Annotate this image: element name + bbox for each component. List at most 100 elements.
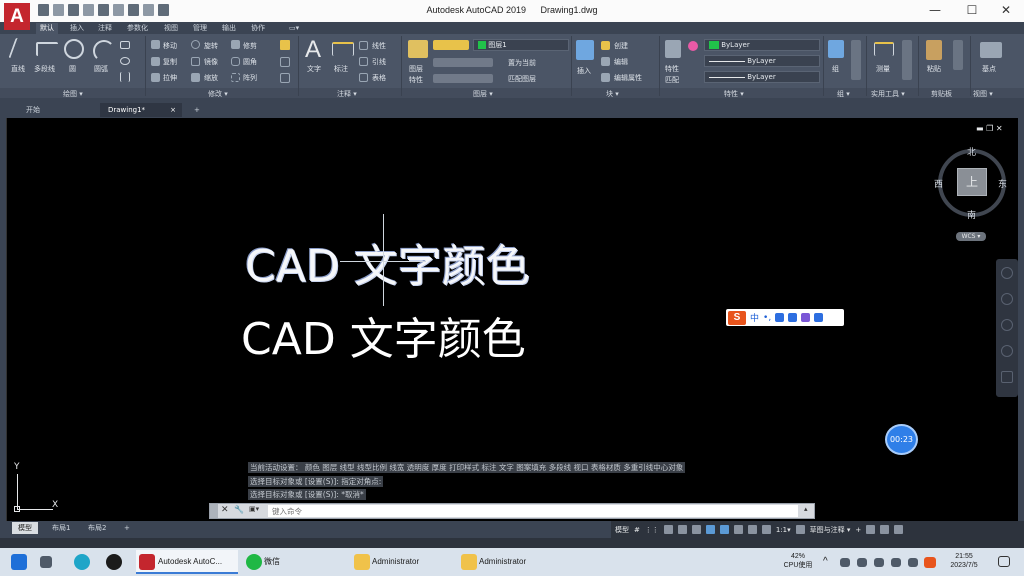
showmotion-icon[interactable] — [1001, 371, 1013, 383]
microphone-icon[interactable] — [775, 313, 785, 322]
annotation-visibility-icon[interactable] — [747, 525, 757, 534]
snap-button[interactable]: ⋮⋮ — [645, 526, 659, 534]
tab-parametric[interactable]: 参数化 — [123, 23, 152, 34]
add-layout-button[interactable]: + — [118, 522, 136, 534]
viewcube-face[interactable]: 上 — [957, 168, 987, 196]
explode-icon[interactable] — [280, 57, 290, 67]
layer-dropdown[interactable]: 图层1 — [473, 39, 569, 51]
windows-start-icon[interactable] — [11, 554, 27, 570]
tab-drawing1[interactable]: Drawing1* × — [100, 103, 182, 117]
qq-icon[interactable] — [106, 554, 122, 570]
cad-text-object-2[interactable]: CAD 文字颜色 — [241, 303, 526, 367]
tab-default[interactable]: 默认 — [36, 23, 58, 34]
lineweight-dropdown[interactable]: ByLayer — [704, 71, 820, 83]
taskbar-autocad[interactable]: Autodesk AutoC... — [136, 550, 238, 574]
tab-layout2[interactable]: 布局2 — [82, 522, 112, 534]
linetype-dropdown[interactable]: ByLayer — [704, 55, 820, 67]
edit-attribute-button[interactable]: 编辑属性 — [614, 73, 642, 83]
set-current-button[interactable]: 置为当前 — [508, 58, 536, 68]
command-input[interactable] — [268, 505, 798, 517]
edge-browser-icon[interactable] — [74, 554, 90, 570]
object-snap-icon[interactable] — [719, 525, 729, 534]
base-point-icon[interactable] — [980, 42, 1002, 58]
ellipse-icon[interactable] — [120, 57, 130, 65]
network-icon[interactable] — [840, 558, 850, 567]
viewport-controls[interactable]: ▬ ❐ ✕ — [976, 124, 1003, 133]
steering-wheel-icon[interactable] — [1001, 267, 1013, 279]
edit-block-button[interactable]: 编辑 — [614, 57, 628, 67]
layer-tools-icons-2[interactable] — [433, 74, 493, 83]
workspace-dropdown[interactable]: 草图与注释 ▾ — [810, 525, 851, 535]
polyline-icon[interactable] — [36, 42, 58, 56]
wcs-dropdown[interactable]: WCS ▾ — [956, 232, 986, 241]
autocad-logo-button[interactable]: A — [4, 3, 30, 30]
customization-icon[interactable] — [894, 525, 904, 534]
circle-icon[interactable] — [64, 39, 84, 59]
mirror-button[interactable]: 镜像 — [204, 57, 218, 67]
erase-icon[interactable] — [280, 40, 290, 50]
gear-icon[interactable] — [795, 525, 805, 534]
polar-icon[interactable] — [677, 525, 687, 534]
task-view-icon[interactable] — [40, 556, 52, 568]
tab-manage[interactable]: 管理 — [189, 23, 211, 34]
arc-icon[interactable] — [93, 40, 115, 62]
input-method-icon[interactable] — [908, 558, 918, 567]
array-button[interactable]: 阵列 — [243, 73, 257, 83]
tab-output[interactable]: 输出 — [218, 23, 240, 34]
tab-layout1[interactable]: 布局1 — [46, 522, 76, 534]
ime-toolbar[interactable]: S 中 •, — [726, 309, 844, 326]
tab-insert[interactable]: 插入 — [66, 23, 88, 34]
utility-tools-icons[interactable] — [902, 40, 912, 80]
trim-button[interactable]: 修剪 — [243, 41, 257, 51]
text-icon[interactable]: A — [305, 37, 325, 63]
isodraft-icon[interactable] — [691, 525, 701, 534]
tray-overflow-button[interactable]: ^ — [823, 557, 828, 567]
tab-view[interactable]: 视图 — [160, 23, 182, 34]
annotation-monitor-button[interactable]: + — [855, 526, 861, 534]
maximize-button[interactable]: ☐ — [962, 2, 982, 18]
isolate-objects-icon[interactable] — [866, 525, 876, 534]
offset-icon[interactable] — [280, 73, 290, 83]
match-properties-icon[interactable] — [665, 40, 681, 58]
zoom-icon[interactable] — [1001, 319, 1013, 331]
layer-properties-icon[interactable] — [408, 40, 428, 58]
fillet-button[interactable]: 圆角 — [243, 57, 257, 67]
orbit-icon[interactable] — [1001, 345, 1013, 357]
group-tools-icons[interactable] — [851, 40, 861, 80]
viewcube-north[interactable]: 北 — [967, 145, 976, 158]
tab-start[interactable]: 开始 — [18, 103, 98, 117]
clipboard-tools-icons[interactable] — [953, 40, 963, 70]
tab-close-icon[interactable]: × — [170, 103, 176, 117]
ortho-icon[interactable] — [663, 525, 673, 534]
rotate-button[interactable]: 旋转 — [204, 41, 218, 51]
color-dropdown[interactable]: ByLayer — [704, 39, 820, 51]
recent-commands-button[interactable]: ▣▾ — [249, 505, 259, 513]
toolbox-icon[interactable] — [814, 313, 824, 322]
new-tab-button[interactable]: + — [186, 103, 208, 117]
grid-button[interactable]: # — [634, 526, 640, 534]
keyboard-icon[interactable] — [788, 313, 798, 322]
rectangle-icon[interactable] — [120, 41, 130, 49]
tab-overflow-button[interactable]: ▭▾ — [285, 23, 303, 34]
ime-mode[interactable]: 中 — [750, 311, 759, 324]
linear-button[interactable]: 线性 — [372, 41, 386, 51]
taskbar-wechat[interactable]: 微信 — [244, 550, 344, 574]
cpu-usage[interactable]: 42% CPU使用 — [780, 552, 816, 570]
skin-icon[interactable] — [801, 313, 811, 322]
layer-state-icons[interactable] — [433, 40, 469, 50]
viewcube-south[interactable]: 南 — [967, 208, 976, 221]
object-snap-tracking-icon[interactable] — [705, 525, 715, 534]
create-block-button[interactable]: 创建 — [614, 41, 628, 51]
stretch-button[interactable]: 拉伸 — [163, 73, 177, 83]
command-customize-icon[interactable]: 🔧 — [234, 505, 244, 514]
ime-punctuation[interactable]: •, — [763, 313, 771, 323]
table-button[interactable]: 表格 — [372, 73, 386, 83]
tab-model[interactable]: 模型 — [12, 522, 38, 534]
layer-tools-icons[interactable] — [433, 58, 493, 67]
minimize-button[interactable]: — — [925, 2, 945, 18]
copy-button[interactable]: 复制 — [163, 57, 177, 67]
auto-scale-icon[interactable] — [761, 525, 771, 534]
model-space-button[interactable]: 模型 — [615, 525, 629, 535]
taskbar-folder-1[interactable]: Administrator — [352, 550, 452, 574]
fullscreen-icon[interactable] — [880, 525, 890, 534]
